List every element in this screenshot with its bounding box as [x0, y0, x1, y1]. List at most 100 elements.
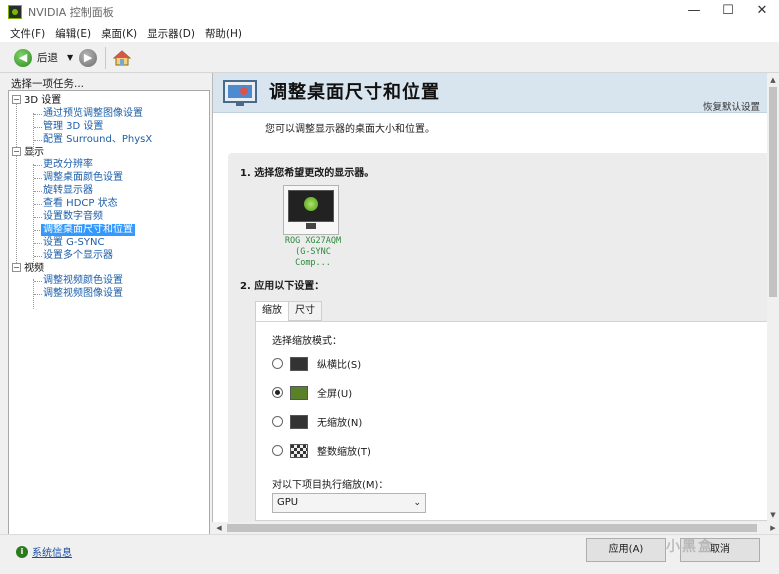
- monitor-name[interactable]: ROG XG27AQM (G-SYNC Comp...: [275, 236, 351, 269]
- menu-edit[interactable]: 编辑(E): [55, 26, 91, 41]
- radio-button[interactable]: [272, 358, 283, 369]
- tree-category-video[interactable]: − 视频: [12, 263, 44, 275]
- tree-item-hdcp-status[interactable]: 查看 HDCP 状态: [43, 198, 118, 210]
- radio-fullscreen[interactable]: 全屏(U): [272, 385, 352, 400]
- tree-item-video-image[interactable]: 调整视频图像设置: [43, 288, 123, 300]
- tree-connector: [34, 294, 42, 295]
- category-label: 3D 设置: [24, 95, 62, 106]
- radio-integer-scaling[interactable]: 整数缩放(T): [272, 443, 371, 458]
- menu-bar: 文件(F) 编辑(E) 桌面(K) 显示器(D) 帮助(H): [0, 24, 779, 42]
- horizontal-scrollbar[interactable]: ◀ ▶: [213, 522, 779, 534]
- scroll-thumb[interactable]: [769, 87, 777, 297]
- tree-connector: [34, 114, 42, 115]
- tree-connector: [34, 165, 42, 166]
- scaling-mode-label: 选择缩放模式：: [272, 336, 342, 347]
- radio-label: 全屏(U): [317, 389, 353, 400]
- tree-item-preview-image[interactable]: 通过预览调整图像设置: [43, 108, 143, 120]
- scroll-right-icon[interactable]: ▶: [767, 522, 779, 534]
- vertical-scrollbar[interactable]: ▲ ▼: [767, 73, 779, 522]
- menu-file[interactable]: 文件(F): [10, 26, 45, 41]
- settings-tabs: 缩放 尺寸: [255, 301, 322, 322]
- perform-scaling-label: 对以下项目执行缩放(M)：: [272, 480, 389, 491]
- collapse-icon[interactable]: −: [12, 263, 21, 272]
- tree-connector: [34, 140, 42, 141]
- radio-no-scaling[interactable]: 无缩放(N): [272, 414, 362, 429]
- page-title: 调整桌面尺寸和位置: [269, 82, 440, 103]
- page-description: 您可以调整显示器的桌面大小和位置。: [265, 124, 435, 135]
- menu-desktop[interactable]: 桌面(K): [101, 26, 137, 41]
- toolbar: ◀ 后退 ▼ ▶: [0, 43, 779, 73]
- system-info[interactable]: i 系统信息: [16, 544, 72, 559]
- tree-item-desktop-size-position[interactable]: 调整桌面尺寸和位置: [41, 224, 135, 236]
- radio-button[interactable]: [272, 387, 283, 398]
- tree-item-surround-physx[interactable]: 配置 Surround、PhysX: [43, 134, 152, 146]
- tree-connector: [34, 127, 42, 128]
- nvidia-logo-icon: [8, 5, 22, 19]
- step2-heading: 2. 应用以下设置：: [240, 281, 325, 292]
- task-heading: 选择一项任务...: [11, 78, 85, 90]
- perform-scaling-select[interactable]: GPU ⌄: [272, 493, 426, 513]
- tree-item-video-color[interactable]: 调整视频颜色设置: [43, 275, 123, 287]
- collapse-icon[interactable]: −: [12, 95, 21, 104]
- tab-size[interactable]: 尺寸: [288, 301, 322, 321]
- radio-button[interactable]: [272, 445, 283, 456]
- window-controls: — ☐ ✕: [677, 0, 779, 24]
- tree-item-digital-audio[interactable]: 设置数字音频: [43, 211, 103, 223]
- monitor-selector[interactable]: [283, 185, 339, 235]
- tree-connector: [34, 204, 42, 205]
- tree-item-gsync[interactable]: 设置 G-SYNC: [43, 237, 104, 249]
- tree-connector: [34, 256, 42, 257]
- monitor-model: ROG XG27AQM: [284, 236, 342, 246]
- tree-item-rotate-display[interactable]: 旋转显示器: [43, 185, 93, 197]
- apply-button[interactable]: 应用(A): [586, 538, 666, 562]
- monitor-mode: (G-SYNC Comp...: [295, 247, 331, 268]
- tree-item-desktop-color[interactable]: 调整桌面颜色设置: [43, 172, 123, 184]
- radio-label: 整数缩放(T): [317, 447, 371, 458]
- radio-aspect-ratio[interactable]: 纵横比(S): [272, 356, 361, 371]
- monitor-stand: [306, 223, 316, 229]
- tree-connector: [34, 178, 42, 179]
- fullscreen-icon: [290, 385, 308, 400]
- tab-scaling[interactable]: 缩放: [255, 301, 289, 322]
- tree-item-manage-3d[interactable]: 管理 3D 设置: [43, 121, 103, 133]
- scroll-thumb[interactable]: [227, 524, 757, 532]
- tree-connector: [34, 191, 42, 192]
- category-label: 视频: [24, 263, 44, 274]
- home-icon[interactable]: [112, 49, 132, 66]
- task-pane: 选择一项任务... −3D 设置 通过预览调整图像设置 管理 3D 设置 配置 …: [0, 73, 212, 574]
- collapse-icon[interactable]: −: [12, 147, 21, 156]
- menu-help[interactable]: 帮助(H): [205, 26, 242, 41]
- no-scaling-icon: [290, 414, 308, 429]
- scroll-left-icon[interactable]: ◀: [213, 522, 225, 534]
- maximize-button[interactable]: ☐: [711, 0, 745, 24]
- tree-category-3d[interactable]: −3D 设置: [12, 95, 61, 107]
- back-button[interactable]: ◀ 后退: [14, 48, 58, 67]
- integer-scaling-icon: [290, 443, 308, 458]
- scroll-down-icon[interactable]: ▼: [767, 508, 779, 522]
- tree-item-multiple-displays[interactable]: 设置多个显示器: [43, 250, 113, 262]
- forward-arrow-icon: ▶: [79, 48, 98, 67]
- menu-display[interactable]: 显示器(D): [147, 26, 195, 41]
- tree-connector: [34, 243, 42, 244]
- tree-item-change-resolution[interactable]: 更改分辨率: [43, 159, 93, 171]
- back-label: 后退: [37, 52, 58, 64]
- tree-connector: [34, 217, 42, 218]
- system-info-link[interactable]: 系统信息: [32, 544, 72, 559]
- radio-label: 纵横比(S): [317, 360, 362, 371]
- minimize-button[interactable]: —: [677, 0, 711, 24]
- tree-category-display[interactable]: − 显示: [12, 147, 44, 159]
- scroll-up-icon[interactable]: ▲: [767, 73, 779, 87]
- back-arrow-icon: ◀: [14, 48, 32, 67]
- step1-heading: 1. 选择您希望更改的显示器。: [240, 168, 375, 179]
- task-tree: −3D 设置 通过预览调整图像设置 管理 3D 设置 配置 Surround、P…: [8, 90, 210, 574]
- radio-label: 无缩放(N): [317, 418, 363, 429]
- info-icon: i: [16, 545, 28, 558]
- forward-button[interactable]: ▶: [73, 48, 98, 67]
- select-value: GPU: [277, 497, 299, 508]
- radio-button[interactable]: [272, 416, 283, 427]
- content-pane: 调整桌面尺寸和位置 恢复默认设置 您可以调整显示器的桌面大小和位置。 1. 选择…: [212, 73, 767, 522]
- restore-defaults-link[interactable]: 恢复默认设置: [703, 99, 760, 113]
- close-button[interactable]: ✕: [745, 0, 779, 24]
- toolbar-separator: [105, 46, 107, 69]
- watermark: 小黑盒: [666, 539, 714, 555]
